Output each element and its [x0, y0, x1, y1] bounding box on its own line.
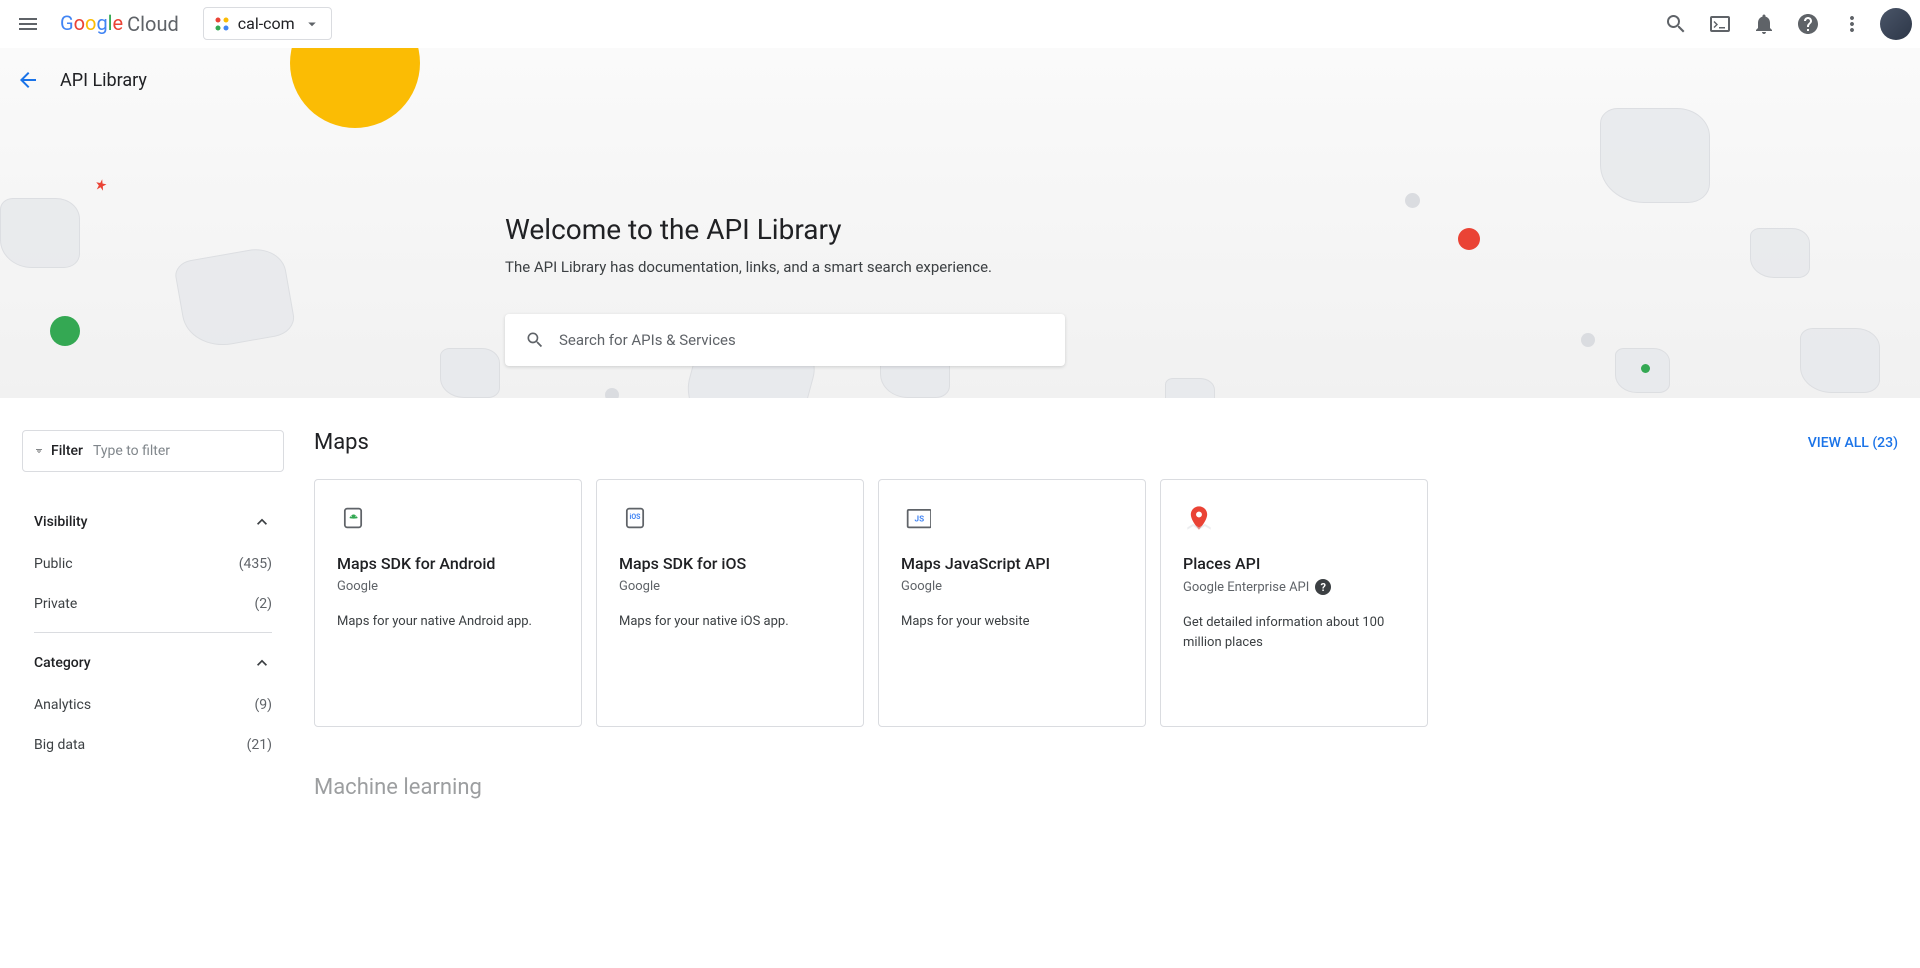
dropdown-icon	[303, 15, 321, 33]
help-button[interactable]	[1788, 4, 1828, 44]
more-icon	[1840, 12, 1864, 36]
card-title: Maps SDK for iOS	[619, 554, 841, 573]
api-card-maps-js[interactable]: JS Maps JavaScript API Google Maps for y…	[878, 479, 1146, 727]
cloud-shell-button[interactable]	[1700, 4, 1740, 44]
filter-group-category[interactable]: Category	[22, 641, 284, 685]
chevron-up-icon	[252, 653, 272, 673]
card-provider: Google	[337, 579, 559, 594]
notifications-button[interactable]	[1744, 4, 1784, 44]
card-provider: Google	[619, 579, 841, 594]
view-all-maps[interactable]: VIEW ALL (23)	[1808, 435, 1898, 451]
project-icon	[214, 16, 230, 32]
card-desc: Maps for your website	[901, 612, 1123, 632]
hero-search-box[interactable]	[505, 314, 1065, 366]
svg-text:iOS: iOS	[630, 513, 642, 521]
filter-item-bigdata[interactable]: Big data (21)	[22, 725, 284, 765]
arrow-back-icon	[16, 68, 40, 92]
search-input[interactable]	[559, 331, 1045, 349]
hamburger-menu[interactable]	[8, 4, 48, 44]
api-card-maps-ios[interactable]: iOS Maps SDK for iOS Google Maps for you…	[596, 479, 864, 727]
search-icon	[525, 330, 545, 350]
chevron-up-icon	[252, 512, 272, 532]
bell-icon	[1752, 12, 1776, 36]
google-cloud-logo[interactable]: Google Cloud	[60, 11, 179, 36]
terminal-icon	[1708, 12, 1732, 36]
filter-icon	[35, 441, 43, 461]
filter-input[interactable]	[93, 443, 271, 459]
more-options-button[interactable]	[1832, 4, 1872, 44]
filter-group-visibility[interactable]: Visibility	[22, 500, 284, 544]
filter-item-private[interactable]: Private (2)	[22, 584, 284, 624]
menu-icon	[16, 12, 40, 36]
section-title-ml: Machine learning	[314, 775, 1898, 800]
card-provider: Google	[901, 579, 1123, 594]
card-provider: Google Enterprise API ?	[1183, 579, 1405, 595]
account-avatar[interactable]	[1880, 8, 1912, 40]
card-desc: Get detailed information about 100 milli…	[1183, 613, 1405, 652]
enterprise-help-badge[interactable]: ?	[1315, 579, 1331, 595]
page-title: API Library	[60, 70, 147, 91]
hero-subtitle: The API Library has documentation, links…	[505, 258, 1065, 276]
filter-label: Filter	[51, 443, 83, 459]
card-title: Maps SDK for Android	[337, 554, 559, 573]
help-icon	[1796, 12, 1820, 36]
card-title: Places API	[1183, 554, 1405, 573]
card-title: Maps JavaScript API	[901, 554, 1123, 573]
section-title-maps: Maps	[314, 430, 369, 455]
ios-icon: iOS	[619, 502, 651, 534]
js-icon: JS	[901, 502, 933, 534]
android-icon	[337, 502, 369, 534]
api-card-maps-android[interactable]: Maps SDK for Android Google Maps for you…	[314, 479, 582, 727]
project-selector[interactable]: cal-com	[203, 7, 332, 40]
filter-item-analytics[interactable]: Analytics (9)	[22, 685, 284, 725]
card-desc: Maps for your native iOS app.	[619, 612, 841, 632]
card-desc: Maps for your native Android app.	[337, 612, 559, 632]
filter-box[interactable]: Filter	[22, 430, 284, 472]
search-icon	[1664, 12, 1688, 36]
project-name: cal-com	[238, 14, 295, 33]
places-icon	[1183, 502, 1215, 534]
svg-text:JS: JS	[915, 514, 925, 524]
back-button[interactable]	[8, 60, 48, 100]
api-card-places[interactable]: Places API Google Enterprise API ? Get d…	[1160, 479, 1428, 727]
filter-item-public[interactable]: Public (435)	[22, 544, 284, 584]
hero-title: Welcome to the API Library	[505, 213, 1065, 246]
search-button[interactable]	[1656, 4, 1696, 44]
